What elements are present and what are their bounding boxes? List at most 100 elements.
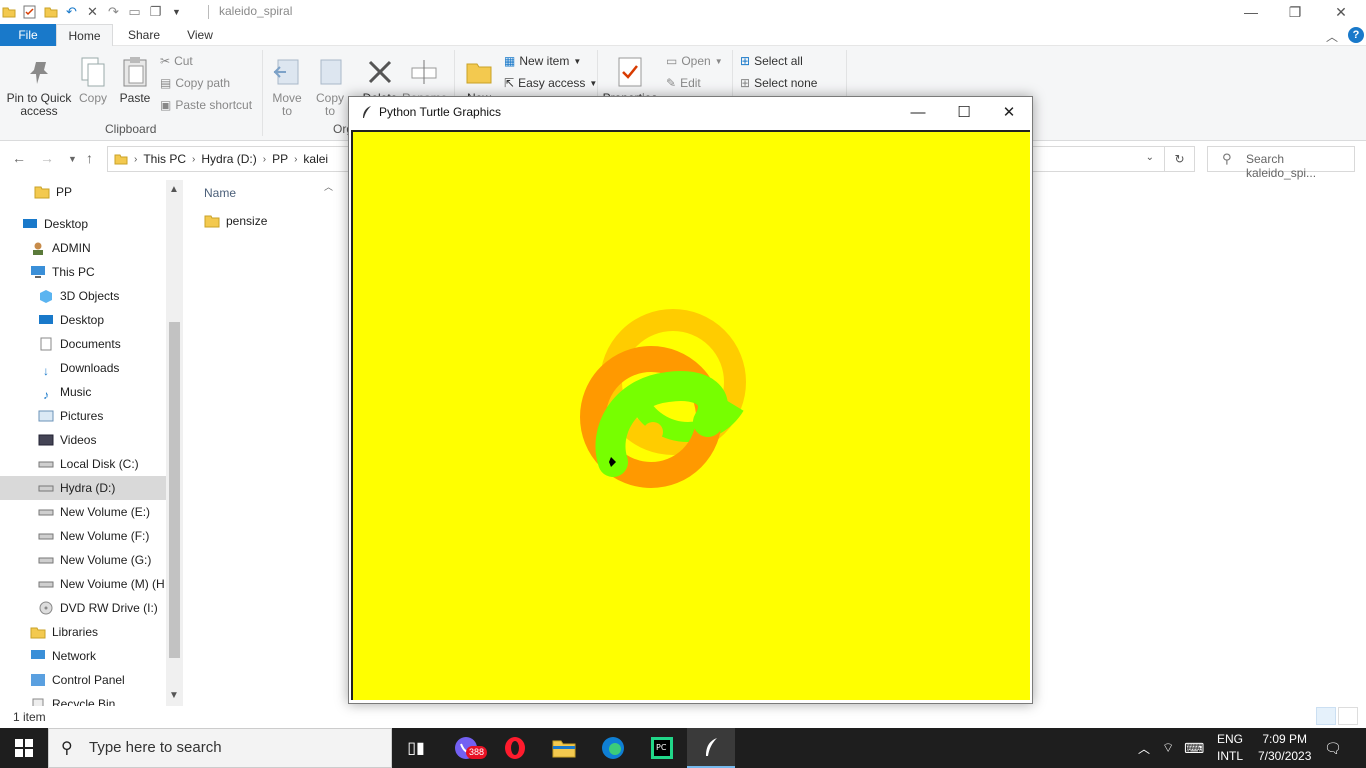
properties-icon[interactable] xyxy=(21,3,38,20)
forward-arrow-icon[interactable]: → xyxy=(40,150,54,166)
back-arrow-icon[interactable]: ← xyxy=(12,150,26,166)
start-button[interactable] xyxy=(0,728,48,768)
notifications-icon[interactable]: 🗨 xyxy=(1324,728,1342,768)
nav-item-dvd-drive[interactable]: DVD RW Drive (I:) xyxy=(38,596,158,620)
breadcrumb-current[interactable]: kalei xyxy=(303,152,328,166)
nav-item-admin[interactable]: ADMIN xyxy=(30,236,91,260)
customize-toolbar-chevron-icon[interactable]: ▼ xyxy=(168,3,185,20)
tab-share[interactable]: Share xyxy=(124,24,164,46)
nav-item-new-volume-g[interactable]: New Volume (G:) xyxy=(38,548,151,572)
edge-icon[interactable] xyxy=(589,728,637,768)
new-item-button[interactable]: ▦ New item ▼ xyxy=(504,54,581,68)
turtle-canvas[interactable] xyxy=(351,130,1030,700)
scroll-up-icon[interactable]: ▲ xyxy=(169,184,179,195)
python-turtle-taskbar-icon[interactable] xyxy=(687,728,735,768)
rename-icon xyxy=(409,56,439,88)
item-count: 1 item xyxy=(13,710,46,724)
control-panel-icon xyxy=(30,671,46,686)
file-explorer-icon[interactable] xyxy=(540,728,588,768)
nav-item-music[interactable]: ♪ Music xyxy=(38,380,91,404)
rename-icon[interactable]: ▭ xyxy=(126,3,143,20)
breadcrumb-pp[interactable]: PP xyxy=(272,152,288,166)
nav-item-new-volume-h[interactable]: New Voiume (M) (H xyxy=(38,572,165,596)
delete-x-icon xyxy=(365,56,395,88)
nav-item-network[interactable]: Network xyxy=(30,644,96,668)
paste-button[interactable]: Paste xyxy=(118,56,152,105)
nav-item-documents[interactable]: Documents xyxy=(38,332,121,356)
nav-item-desktop-root[interactable]: Desktop xyxy=(22,212,88,236)
touch-keyboard-icon[interactable]: ⌨ xyxy=(1184,728,1204,768)
breadcrumb-hydra[interactable]: Hydra (D:) xyxy=(201,152,256,166)
show-hidden-icons-chevron-icon[interactable]: ︿ xyxy=(1138,728,1150,768)
task-view-icon[interactable]: ▯▮ xyxy=(392,728,440,768)
navigation-scrollbar[interactable]: ▲ ▼ xyxy=(166,180,183,706)
undo-icon[interactable]: ↶ xyxy=(63,3,80,20)
details-view-icon[interactable] xyxy=(1316,707,1336,725)
taskbar: ⚲ Type here to search ▯▮ PC ︿ ⌔ ⌨ ENG IN… xyxy=(0,728,1366,768)
restore-button[interactable]: ❐ xyxy=(1272,0,1318,24)
turtle-window-title: Python Turtle Graphics xyxy=(379,105,502,119)
select-all-button[interactable]: ⊞ Select all xyxy=(740,54,803,68)
tab-view[interactable]: View xyxy=(180,24,220,46)
dvd-icon xyxy=(38,599,54,615)
up-arrow-icon[interactable]: ↑ xyxy=(86,150,93,166)
nav-item-desktop[interactable]: Desktop xyxy=(38,308,104,332)
folder-icon[interactable] xyxy=(0,3,17,20)
input-language[interactable]: ENG INTL xyxy=(1217,731,1243,765)
easy-access-icon: ⇱ xyxy=(504,76,515,90)
scroll-down-icon[interactable]: ▼ xyxy=(169,690,179,701)
nav-item-new-volume-f[interactable]: New Volume (F:) xyxy=(38,524,149,548)
network-status-icon[interactable]: ⌔ xyxy=(1162,728,1174,768)
turtle-close-button[interactable]: ✕ xyxy=(986,97,1032,127)
delete-icon[interactable]: ✕ xyxy=(84,3,101,20)
nav-item-control-panel[interactable]: Control Panel xyxy=(30,668,125,692)
open-button[interactable]: ▭ Open ▼ xyxy=(666,54,723,68)
nav-item-hydra-d[interactable]: Hydra (D:) xyxy=(0,476,166,500)
column-header-name[interactable]: Name xyxy=(204,186,236,200)
redo-icon[interactable]: ↷ xyxy=(105,3,122,20)
desktop-icon xyxy=(38,311,54,325)
nav-item-this-pc[interactable]: This PC xyxy=(30,260,95,284)
minimize-button[interactable]: — xyxy=(1228,0,1274,24)
move-to-button[interactable]: Move to xyxy=(268,56,306,118)
breadcrumb-this-pc[interactable]: This PC xyxy=(143,152,186,166)
pin-quick-access-button[interactable]: Pin to Quick access xyxy=(6,56,72,118)
easy-access-button[interactable]: ⇱ Easy access ▼ xyxy=(504,76,597,90)
copy-path-button[interactable]: ▤ Copy path xyxy=(160,76,230,90)
copy-to-icon[interactable]: ❐ xyxy=(147,3,164,20)
nav-item-3d-objects[interactable]: 3D Objects xyxy=(38,284,119,308)
cut-button[interactable]: ✂ Cut xyxy=(160,54,193,68)
list-item[interactable]: pensize xyxy=(204,214,267,228)
pycharm-icon[interactable]: PC xyxy=(638,728,686,768)
edit-button[interactable]: ✎ Edit xyxy=(666,76,701,90)
select-none-button[interactable]: ⊞ Select none xyxy=(740,76,817,90)
refresh-icon[interactable]: ↻ xyxy=(1164,147,1194,171)
address-dropdown-icon[interactable]: ⌄ xyxy=(1146,152,1154,163)
nav-item-videos[interactable]: Videos xyxy=(38,428,96,452)
nav-item-pp[interactable]: PP xyxy=(34,180,72,204)
scrollbar-thumb[interactable] xyxy=(169,322,180,658)
search-input[interactable]: ⚲ Search kaleido_spi... xyxy=(1207,146,1355,180)
turtle-minimize-button[interactable]: — xyxy=(895,97,941,127)
nav-item-downloads[interactable]: ↓ Downloads xyxy=(38,356,119,380)
nav-item-recycle-bin[interactable]: Recycle Bin xyxy=(30,692,115,706)
nav-item-local-disk-c[interactable]: Local Disk (C:) xyxy=(38,452,139,476)
close-button[interactable]: ✕ xyxy=(1318,0,1364,24)
nav-item-libraries[interactable]: Libraries xyxy=(30,620,98,644)
taskbar-search-input[interactable]: ⚲ Type here to search xyxy=(48,728,392,768)
opera-icon[interactable] xyxy=(491,728,539,768)
nav-item-pictures[interactable]: Pictures xyxy=(38,404,103,428)
large-icons-view-icon[interactable] xyxy=(1338,707,1358,725)
copy-to-button[interactable]: Copy to xyxy=(312,56,348,118)
tab-file[interactable]: File xyxy=(0,24,56,46)
copy-button[interactable]: Copy xyxy=(76,56,110,105)
recent-locations-chevron-icon[interactable]: ▼ xyxy=(68,154,77,164)
paste-shortcut-button[interactable]: ▣ Paste shortcut xyxy=(160,98,252,112)
new-folder-icon[interactable] xyxy=(42,3,59,20)
collapse-ribbon-icon[interactable]: ︿ xyxy=(1326,28,1338,45)
turtle-maximize-button[interactable]: ☐ xyxy=(941,97,987,127)
nav-item-new-volume-e[interactable]: New Volume (E:) xyxy=(38,500,150,524)
tab-home[interactable]: Home xyxy=(56,24,113,46)
clock[interactable]: 7:09 PM 7/30/2023 xyxy=(1258,731,1311,765)
help-icon[interactable]: ? xyxy=(1348,27,1364,43)
